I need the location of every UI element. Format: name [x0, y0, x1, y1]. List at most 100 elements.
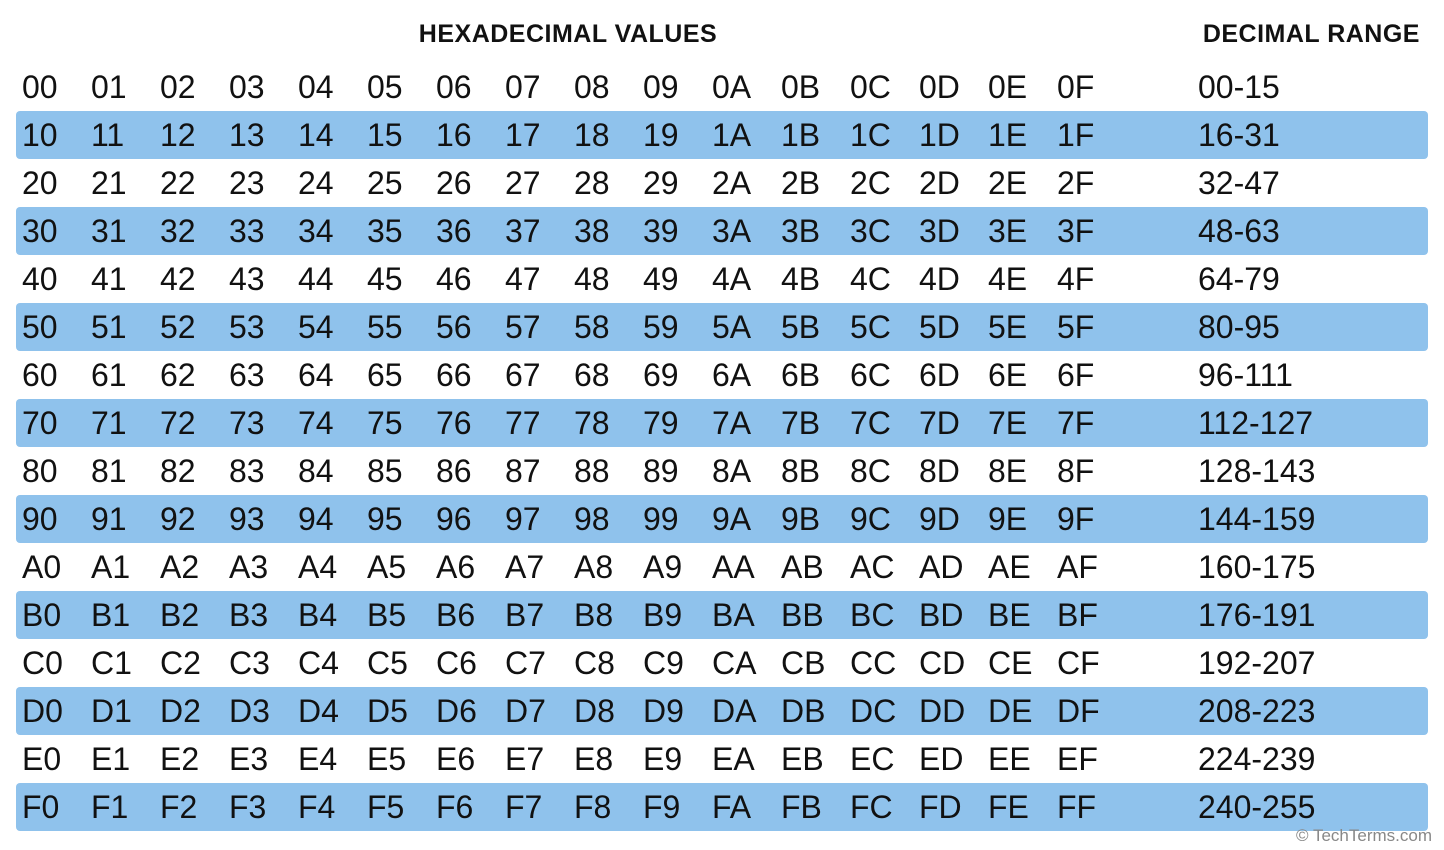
decimal-range-cell: 64-79: [1120, 261, 1428, 298]
decimal-range-cell: 224-239: [1120, 741, 1428, 778]
hex-cell: 5A: [706, 309, 775, 346]
hex-cell: 36: [430, 213, 499, 250]
hex-cell: BF: [1051, 597, 1120, 634]
decimal-range-cell: 144-159: [1120, 501, 1428, 538]
hex-cell: 85: [361, 453, 430, 490]
hex-cell: 4D: [913, 261, 982, 298]
hex-cell: F8: [568, 789, 637, 826]
hex-cell: 46: [430, 261, 499, 298]
hex-cell: 17: [499, 117, 568, 154]
hex-cell: 5D: [913, 309, 982, 346]
hex-cell: 66: [430, 357, 499, 394]
hex-cell: 4F: [1051, 261, 1120, 298]
hex-cell: 01: [85, 69, 154, 106]
hex-cell: BB: [775, 597, 844, 634]
hex-cell: 04: [292, 69, 361, 106]
hex-cell: 29: [637, 165, 706, 202]
hex-cell: 54: [292, 309, 361, 346]
hex-cell: 8E: [982, 453, 1051, 490]
hex-cell: F3: [223, 789, 292, 826]
hex-cell: 5E: [982, 309, 1051, 346]
hex-cell: 2F: [1051, 165, 1120, 202]
hex-cell: BA: [706, 597, 775, 634]
hex-cell: 87: [499, 453, 568, 490]
hex-cell: 79: [637, 405, 706, 442]
hex-cell: D9: [637, 693, 706, 730]
hex-cell: E7: [499, 741, 568, 778]
hex-cell: A4: [292, 549, 361, 586]
table-row: A0A1A2A3A4A5A6A7A8A9AAABACADAEAF160-175: [16, 543, 1428, 591]
hex-cell: 28: [568, 165, 637, 202]
hex-cell: A7: [499, 549, 568, 586]
hex-cell: 69: [637, 357, 706, 394]
hex-cell: B8: [568, 597, 637, 634]
hex-cell: 24: [292, 165, 361, 202]
hex-cell: E8: [568, 741, 637, 778]
hex-cell: D1: [85, 693, 154, 730]
hex-cell: 89: [637, 453, 706, 490]
hex-cell: 60: [16, 357, 85, 394]
hex-cell: 34: [292, 213, 361, 250]
hex-cell: CA: [706, 645, 775, 682]
hex-cell: 2B: [775, 165, 844, 202]
hex-cell: 68: [568, 357, 637, 394]
hex-cell: 13: [223, 117, 292, 154]
hex-cell: 1A: [706, 117, 775, 154]
hex-cell: D4: [292, 693, 361, 730]
hex-cell: 2C: [844, 165, 913, 202]
hex-cell: 77: [499, 405, 568, 442]
hex-cell: ED: [913, 741, 982, 778]
hex-cell: 1E: [982, 117, 1051, 154]
hex-cell: E9: [637, 741, 706, 778]
table-row: 000102030405060708090A0B0C0D0E0F00-15: [16, 63, 1428, 111]
decimal-range-cell: 48-63: [1120, 213, 1428, 250]
hex-cell: 1F: [1051, 117, 1120, 154]
hex-cell: 8D: [913, 453, 982, 490]
decimal-range-cell: 96-111: [1120, 357, 1428, 394]
hex-cell: 8A: [706, 453, 775, 490]
hex-cell: EE: [982, 741, 1051, 778]
hex-cell: 72: [154, 405, 223, 442]
hex-cell: 84: [292, 453, 361, 490]
hex-cell: CF: [1051, 645, 1120, 682]
hex-cell: 49: [637, 261, 706, 298]
hex-cell: 5B: [775, 309, 844, 346]
hex-cell: 18: [568, 117, 637, 154]
hex-cell: 41: [85, 261, 154, 298]
hex-cell: 8B: [775, 453, 844, 490]
hex-cell: 5C: [844, 309, 913, 346]
hex-cell: 44: [292, 261, 361, 298]
hex-cell: 52: [154, 309, 223, 346]
hex-cell: 2E: [982, 165, 1051, 202]
hex-cell: 94: [292, 501, 361, 538]
hex-cell: 82: [154, 453, 223, 490]
decimal-range-cell: 208-223: [1120, 693, 1428, 730]
hex-cell: 95: [361, 501, 430, 538]
table-row: 101112131415161718191A1B1C1D1E1F16-31: [16, 111, 1428, 159]
hex-cell: 8F: [1051, 453, 1120, 490]
hex-cell: E0: [16, 741, 85, 778]
hex-cell: FE: [982, 789, 1051, 826]
hex-cell: 19: [637, 117, 706, 154]
table-row: 303132333435363738393A3B3C3D3E3F48-63: [16, 207, 1428, 255]
hex-cell: 73: [223, 405, 292, 442]
hex-cell: 74: [292, 405, 361, 442]
hex-cell: 14: [292, 117, 361, 154]
hex-cell: D8: [568, 693, 637, 730]
hex-cell: D7: [499, 693, 568, 730]
hex-cell: DA: [706, 693, 775, 730]
hex-cell: 6F: [1051, 357, 1120, 394]
hex-cell: 09: [637, 69, 706, 106]
hex-cell: 97: [499, 501, 568, 538]
hex-cell: E1: [85, 741, 154, 778]
hex-cell: 0D: [913, 69, 982, 106]
hex-cell: F5: [361, 789, 430, 826]
hex-cell: 06: [430, 69, 499, 106]
hex-cell: F0: [16, 789, 85, 826]
decimal-range-heading: DECIMAL RANGE: [1120, 20, 1428, 49]
hex-cell: 0B: [775, 69, 844, 106]
hex-cell: AB: [775, 549, 844, 586]
hex-cell: DE: [982, 693, 1051, 730]
hex-cell: E3: [223, 741, 292, 778]
hex-cell: 25: [361, 165, 430, 202]
